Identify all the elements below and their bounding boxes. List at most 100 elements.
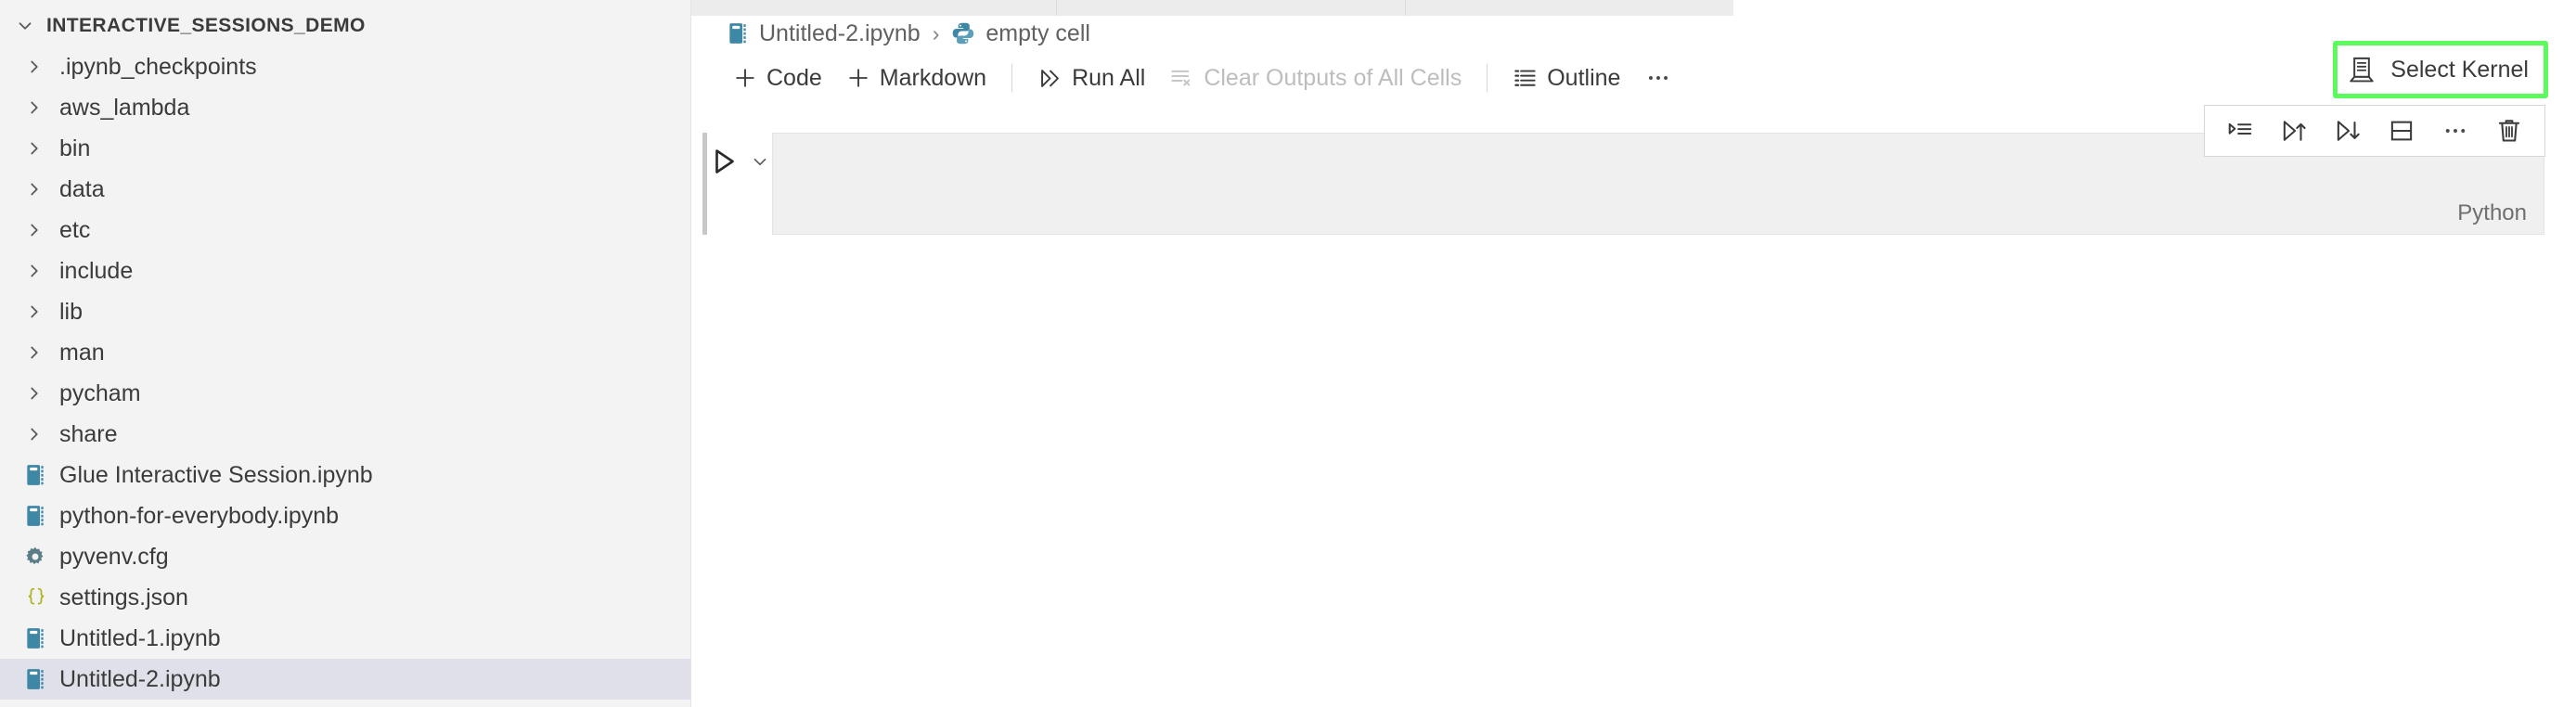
toolbar-more-actions-button[interactable] bbox=[1638, 58, 1679, 98]
tree-item-aws-lambda[interactable]: aws_lambda bbox=[0, 87, 690, 128]
chevron-right-icon[interactable] bbox=[24, 179, 59, 199]
tree-item-untitled-2-ipynb[interactable]: Untitled-2.ipynb bbox=[0, 659, 690, 700]
run-above-icon[interactable] bbox=[2272, 110, 2316, 151]
python-icon bbox=[951, 21, 975, 45]
tree-item-label: include bbox=[59, 257, 134, 284]
tree-item-label: man bbox=[59, 339, 105, 366]
run-below-icon[interactable] bbox=[2325, 110, 2370, 151]
editor-tab-bar[interactable] bbox=[691, 0, 1733, 16]
notebook-editor: Untitled-2.ipynb › empty cell Code Markd… bbox=[691, 0, 2576, 707]
tree-item-share[interactable]: share bbox=[0, 414, 690, 455]
breadcrumb-cell-label: empty cell bbox=[985, 19, 1090, 46]
notebook-icon bbox=[24, 667, 59, 691]
json-braces-icon bbox=[24, 585, 59, 610]
tree-item-label: python-for-everybody.ipynb bbox=[59, 502, 340, 529]
breadcrumb: Untitled-2.ipynb › empty cell bbox=[691, 16, 1090, 51]
chevron-right-icon[interactable] bbox=[24, 302, 59, 322]
tree-item-label: etc bbox=[59, 216, 91, 243]
tree-item-label: pyvenv.cfg bbox=[59, 543, 169, 570]
clear-outputs-button[interactable]: Clear Outputs of All Cells bbox=[1157, 58, 1474, 98]
tree-item-bin[interactable]: bin bbox=[0, 128, 690, 169]
tree-item-label: bin bbox=[59, 135, 91, 161]
tree-item-include[interactable]: include bbox=[0, 251, 690, 291]
add-code-cell-button[interactable]: Code bbox=[721, 58, 834, 98]
more-actions-icon[interactable] bbox=[2433, 110, 2478, 151]
explorer-root-header[interactable]: INTERACTIVE_SESSIONS_DEMO bbox=[0, 7, 690, 45]
run-all-icon bbox=[1037, 66, 1063, 91]
tree-item-label: .ipynb_checkpoints bbox=[59, 53, 257, 80]
toolbar-divider bbox=[1011, 64, 1013, 92]
chevron-right-icon[interactable] bbox=[24, 261, 59, 281]
tree-item-etc[interactable]: etc bbox=[0, 210, 690, 251]
run-by-line-icon[interactable] bbox=[2218, 110, 2262, 151]
tree-item-label: aws_lambda bbox=[59, 94, 190, 121]
tree-item-ipynb-checkpoints[interactable]: .ipynb_checkpoints bbox=[0, 46, 690, 87]
add-markdown-cell-button[interactable]: Markdown bbox=[834, 58, 998, 98]
tree-item-label: Untitled-2.ipynb bbox=[59, 665, 221, 692]
notebook-icon bbox=[727, 21, 749, 45]
tree-item-label: lib bbox=[59, 298, 84, 325]
notebook-icon bbox=[24, 504, 59, 528]
run-all-label: Run All bbox=[1072, 64, 1146, 91]
more-actions-icon bbox=[1649, 76, 1668, 80]
run-all-button[interactable]: Run All bbox=[1025, 58, 1157, 98]
add-code-cell-label: Code bbox=[766, 64, 822, 91]
notebook-icon bbox=[24, 626, 59, 650]
outline-icon bbox=[1513, 66, 1538, 91]
kernel-server-icon bbox=[2347, 55, 2376, 84]
breadcrumb-separator: › bbox=[932, 20, 940, 45]
tree-item-pyvenv-cfg[interactable]: pyvenv.cfg bbox=[0, 536, 690, 577]
editor-tab[interactable] bbox=[1057, 0, 1406, 16]
tree-item-python-for-everybody-ipynb[interactable]: python-for-everybody.ipynb bbox=[0, 495, 690, 536]
breadcrumb-file[interactable]: Untitled-2.ipynb bbox=[727, 20, 921, 47]
chevron-right-icon[interactable] bbox=[24, 220, 59, 240]
notebook-icon bbox=[24, 463, 59, 487]
outline-button[interactable]: Outline bbox=[1501, 58, 1632, 98]
tree-item-label: share bbox=[59, 420, 118, 447]
cell-gutter bbox=[707, 133, 772, 235]
plus-icon bbox=[846, 66, 870, 90]
tree-item-glue-interactive-session-ipynb[interactable]: Glue Interactive Session.ipynb bbox=[0, 455, 690, 495]
delete-cell-icon[interactable] bbox=[2487, 110, 2531, 151]
outline-label: Outline bbox=[1547, 64, 1621, 91]
tree-item-pycham[interactable]: pycham bbox=[0, 373, 690, 414]
clear-outputs-label: Clear Outputs of All Cells bbox=[1204, 64, 1462, 91]
chevron-right-icon[interactable] bbox=[24, 342, 59, 363]
file-tree: .ipynb_checkpoints aws_lambdabin data etc in… bbox=[0, 46, 690, 700]
notebook-toolbar: Code Markdown Run All Clear Outputs of A… bbox=[691, 53, 2576, 103]
split-cell-icon[interactable] bbox=[2379, 110, 2424, 151]
gear-icon bbox=[24, 546, 59, 568]
plus-icon bbox=[733, 66, 757, 90]
tree-item-label: pycham bbox=[59, 379, 141, 406]
chevron-down-icon[interactable] bbox=[748, 144, 772, 179]
run-cell-icon[interactable] bbox=[707, 144, 742, 179]
cell-language-label[interactable]: Python bbox=[2457, 200, 2527, 226]
explorer-sidebar: INTERACTIVE_SESSIONS_DEMO .ipynb_checkpo… bbox=[0, 0, 691, 707]
tree-item-man[interactable]: man bbox=[0, 332, 690, 373]
select-kernel-button[interactable]: Select Kernel bbox=[2341, 49, 2540, 90]
cell-toolbar bbox=[2204, 105, 2545, 157]
chevron-right-icon[interactable] bbox=[24, 424, 59, 444]
chevron-down-icon bbox=[13, 16, 37, 36]
chevron-right-icon[interactable] bbox=[24, 383, 59, 404]
tree-item-data[interactable]: data bbox=[0, 169, 690, 210]
tree-item-settings-json[interactable]: settings.json bbox=[0, 577, 690, 618]
tree-item-lib[interactable]: lib bbox=[0, 291, 690, 332]
explorer-root-title: INTERACTIVE_SESSIONS_DEMO bbox=[46, 15, 366, 36]
select-kernel-highlight: Select Kernel bbox=[2333, 41, 2548, 98]
chevron-right-icon[interactable] bbox=[24, 97, 59, 118]
select-kernel-label: Select Kernel bbox=[2390, 56, 2529, 83]
vscode-notebook-window: INTERACTIVE_SESSIONS_DEMO .ipynb_checkpo… bbox=[0, 0, 2576, 707]
tree-item-label: settings.json bbox=[59, 584, 188, 611]
toolbar-divider bbox=[1487, 64, 1488, 92]
editor-tab[interactable] bbox=[1406, 0, 1733, 16]
tree-item-label: data bbox=[59, 175, 105, 202]
editor-tab[interactable] bbox=[691, 0, 1057, 16]
chevron-right-icon[interactable] bbox=[24, 57, 59, 77]
breadcrumb-file-label: Untitled-2.ipynb bbox=[759, 19, 921, 46]
clear-outputs-icon bbox=[1169, 66, 1194, 91]
add-markdown-cell-label: Markdown bbox=[879, 64, 987, 91]
tree-item-untitled-1-ipynb[interactable]: Untitled-1.ipynb bbox=[0, 618, 690, 659]
chevron-right-icon[interactable] bbox=[24, 138, 59, 159]
breadcrumb-cell[interactable]: empty cell bbox=[951, 20, 1090, 47]
